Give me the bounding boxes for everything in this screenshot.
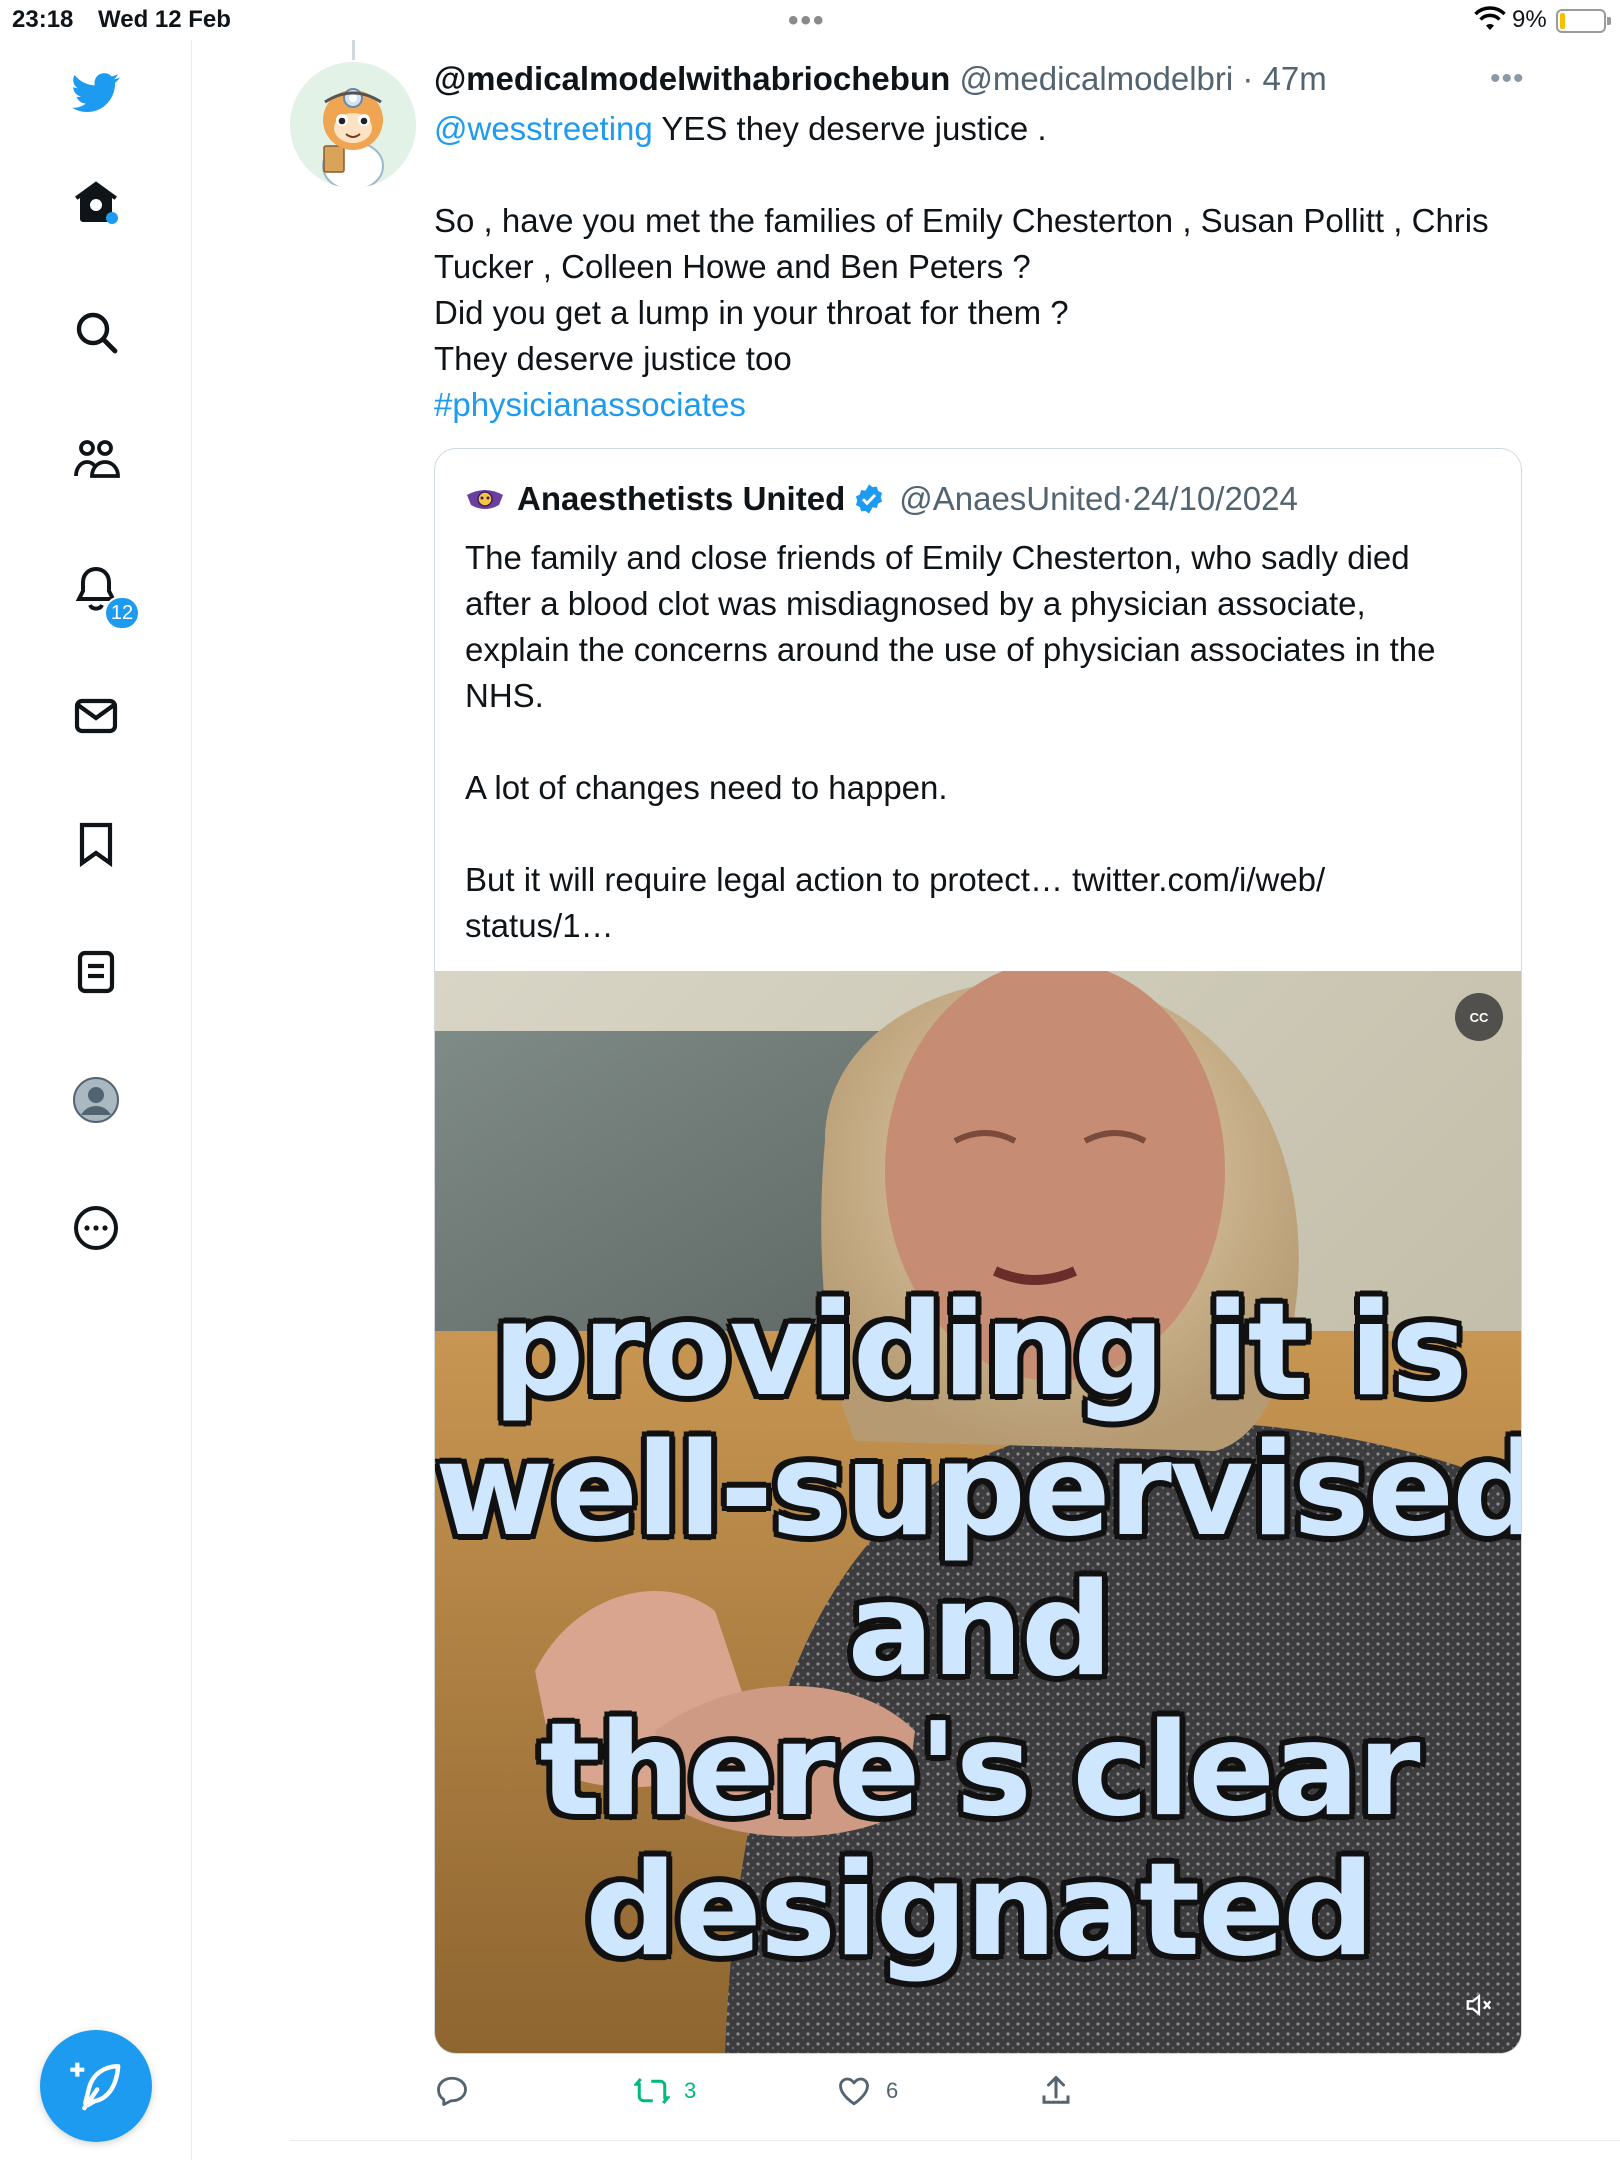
share-icon bbox=[1042, 2076, 1070, 2104]
status-date: Wed 12 Feb bbox=[98, 6, 231, 33]
verified-badge-icon bbox=[853, 483, 885, 515]
bookmarks-icon[interactable] bbox=[66, 814, 126, 874]
speaker-muted-icon bbox=[1466, 1993, 1492, 2017]
communities-icon[interactable] bbox=[66, 430, 126, 490]
tweet-line-1-text: YES they deserve justice . bbox=[652, 110, 1047, 147]
compose-tweet-button[interactable] bbox=[40, 2030, 152, 2142]
tweet-time[interactable]: 47m bbox=[1263, 60, 1327, 97]
sidebar-nav: 12 bbox=[0, 40, 192, 2160]
home-icon[interactable] bbox=[66, 172, 126, 232]
video-player[interactable]: CC providing it is well-supervised and t… bbox=[435, 971, 1522, 2053]
status-time: 23:18 bbox=[12, 6, 74, 33]
mention-link[interactable]: @wesstreeting bbox=[434, 110, 653, 147]
quote-body: The family and close friends of Emily Ch… bbox=[465, 535, 1485, 949]
header-separator: · bbox=[1233, 60, 1263, 97]
quote-date: 24/10/2024 bbox=[1132, 480, 1298, 517]
more-icon[interactable] bbox=[66, 1198, 126, 1258]
tweet-divider bbox=[290, 2140, 1620, 2141]
author-handle[interactable]: @medicalmodelbri bbox=[959, 60, 1233, 97]
like-count: 6 bbox=[886, 2078, 899, 2103]
profile-icon[interactable] bbox=[66, 1070, 126, 1130]
quote-author-name[interactable]: Anaesthetists United bbox=[517, 480, 845, 518]
hashtag-link[interactable]: #physicianassociates bbox=[434, 382, 1534, 428]
heart-icon bbox=[839, 2077, 869, 2106]
tweet-line-1: @wesstreeting YES they deserve justice . bbox=[434, 106, 1534, 152]
tweet-header: @medicalmodelwithabriochebun @medicalmod… bbox=[434, 60, 1327, 98]
tweet-more-button[interactable]: ••• bbox=[1490, 62, 1525, 96]
twitter-bird-icon[interactable] bbox=[66, 62, 126, 122]
notifications-badge: 12 bbox=[104, 596, 140, 630]
captions-button[interactable]: CC bbox=[1455, 993, 1503, 1041]
wifi-icon bbox=[1474, 6, 1506, 39]
tweet-paragraph-2: So , have you met the families of Emily … bbox=[434, 202, 1489, 377]
retweet-count: 3 bbox=[684, 2078, 697, 2103]
battery-percent: 9% bbox=[1512, 6, 1547, 33]
share-button[interactable] bbox=[1038, 2066, 1074, 2116]
caption-line: and bbox=[847, 1556, 1112, 1705]
caption-line: designated bbox=[585, 1836, 1374, 1985]
quote-author-handle[interactable]: @AnaesUnited bbox=[899, 480, 1121, 518]
reply-button[interactable] bbox=[434, 2066, 484, 2116]
anaesthetists-united-logo-icon bbox=[465, 479, 505, 519]
status-bar: 23:18 Wed 12 Feb ••• 9% bbox=[0, 0, 1620, 40]
lists-icon[interactable] bbox=[66, 942, 126, 1002]
mute-button[interactable] bbox=[1455, 1981, 1503, 2029]
avatar[interactable] bbox=[290, 62, 416, 188]
messages-icon[interactable] bbox=[66, 686, 126, 746]
quoted-tweet-card[interactable]: Anaesthetists United @AnaesUnited · 24/1… bbox=[434, 448, 1522, 2054]
caption-line: there's clear bbox=[539, 1696, 1420, 1845]
battery-icon bbox=[1556, 9, 1611, 33]
quote-separator: · bbox=[1121, 480, 1133, 517]
video-captions: providing it is well-supervised and ther… bbox=[435, 1276, 1522, 1985]
quote-paragraph-3[interactable]: But it will require legal action to prot… bbox=[465, 857, 1485, 949]
quote-header: Anaesthetists United @AnaesUnited · 24/1… bbox=[465, 479, 1298, 519]
retweet-icon bbox=[634, 2078, 670, 2104]
caption-line: providing it is bbox=[492, 1276, 1468, 1425]
battery-fill bbox=[1560, 13, 1565, 29]
author-name[interactable]: @medicalmodelwithabriochebun bbox=[434, 60, 950, 97]
tweet-actions: 3 6 bbox=[434, 2066, 1522, 2116]
cartoon-doctor-avatar-icon bbox=[290, 62, 416, 188]
feather-plus-icon bbox=[70, 2062, 121, 2111]
multitask-dots[interactable]: ••• bbox=[788, 4, 826, 38]
search-icon[interactable] bbox=[66, 302, 126, 362]
retweet-button[interactable]: 3 bbox=[634, 2066, 696, 2116]
quote-paragraph-1: The family and close friends of Emily Ch… bbox=[465, 539, 1436, 714]
tweet-body: @wesstreeting YES they deserve justice .… bbox=[434, 106, 1534, 428]
like-button[interactable]: 6 bbox=[836, 2066, 898, 2116]
home-unread-dot bbox=[106, 212, 118, 224]
caption-line: well-supervised bbox=[435, 1416, 1522, 1565]
reply-icon bbox=[437, 2076, 467, 2106]
quote-paragraph-2: A lot of changes need to happen. bbox=[465, 769, 948, 806]
thread-connector bbox=[352, 40, 355, 60]
